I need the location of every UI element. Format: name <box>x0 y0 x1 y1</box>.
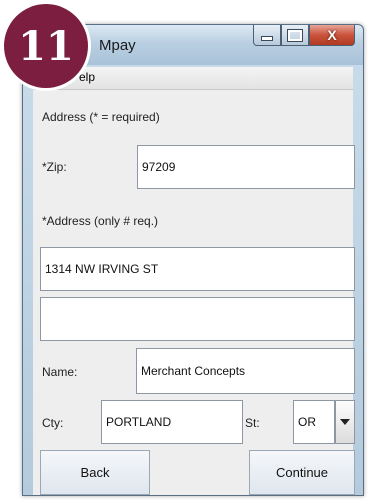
maximize-button[interactable] <box>281 25 309 46</box>
zip-label: *Zip: <box>42 160 67 174</box>
chevron-down-icon <box>340 419 350 425</box>
app-window: Mpay X elp Address (* = required) *Zip: … <box>22 24 364 496</box>
minimize-icon <box>261 35 273 41</box>
back-button[interactable]: Back <box>40 450 150 495</box>
address-line2-input[interactable] <box>40 297 355 341</box>
state-label: St: <box>245 416 260 430</box>
state-select[interactable]: OR <box>293 400 335 444</box>
minimize-button[interactable] <box>253 25 281 46</box>
address-label: *Address (only # req.) <box>42 214 159 228</box>
zip-input[interactable]: 97209 <box>137 145 355 189</box>
window-controls: X <box>253 25 355 46</box>
window-title: Mpay <box>99 37 136 54</box>
maximize-icon <box>287 28 303 42</box>
address-line1-input[interactable]: 1314 NW IRVING ST <box>40 247 355 291</box>
city-input[interactable]: PORTLAND <box>101 400 243 444</box>
close-icon: X <box>327 27 337 43</box>
close-button[interactable]: X <box>309 25 355 46</box>
address-form: Address (* = required) *Zip: 97209 *Addr… <box>33 90 355 495</box>
menu-bar: elp <box>33 67 353 90</box>
name-label: Name: <box>42 365 78 379</box>
city-label: Cty: <box>42 416 64 430</box>
state-dropdown-button[interactable] <box>335 400 355 444</box>
step-number-badge: 11 <box>4 4 88 88</box>
continue-button[interactable]: Continue <box>249 450 355 495</box>
menu-help[interactable]: elp <box>79 70 95 84</box>
section-label: Address (* = required) <box>42 110 160 124</box>
name-input[interactable]: Merchant Concepts <box>136 348 355 394</box>
